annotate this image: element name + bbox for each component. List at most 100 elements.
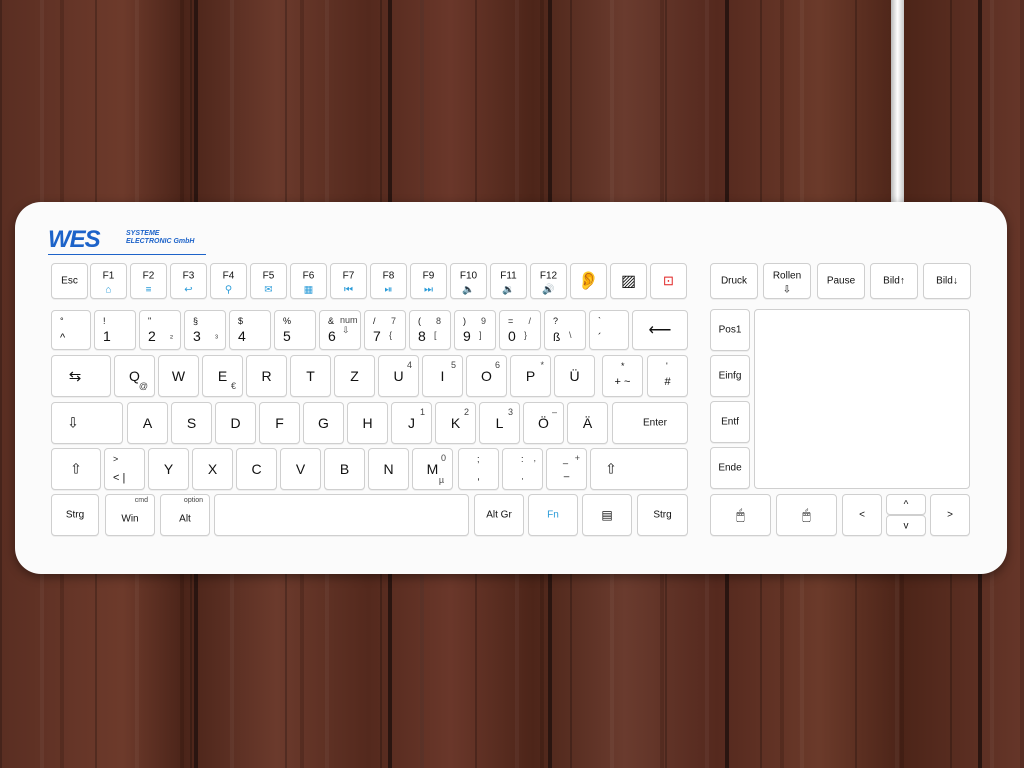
key-1[interactable]: ! 1 <box>94 310 136 350</box>
key-arrow-up[interactable]: ^ <box>886 494 926 515</box>
key-f3[interactable]: F3 ↩ <box>170 263 207 299</box>
key-esc[interactable]: Esc <box>51 263 88 299</box>
volume-up-icon: 🔊 <box>542 284 555 295</box>
key-circumflex[interactable]: ° ^ <box>51 310 91 350</box>
key-menu[interactable]: ▤ <box>582 494 632 536</box>
shift-icon: ⇧ <box>70 460 82 477</box>
key-f8[interactable]: F8 ⏯ <box>370 263 407 299</box>
key-enter[interactable]: Enter <box>612 402 688 444</box>
key-pause[interactable]: Pause <box>817 263 865 299</box>
key-druck[interactable]: Druck <box>710 263 758 299</box>
key-k[interactable]: K2 <box>435 402 476 444</box>
key-4[interactable]: $4 <box>229 310 271 350</box>
key-arrow-down[interactable]: v <box>886 515 926 536</box>
key-c[interactable]: C <box>236 448 277 490</box>
key-m[interactable]: Mµ0 <box>412 448 453 490</box>
key-bild-down[interactable]: Bild↓ <box>923 263 971 299</box>
key-l[interactable]: L3 <box>479 402 520 444</box>
key-einfg[interactable]: Einfg <box>710 355 750 397</box>
key-oe[interactable]: Ö – <box>523 402 564 444</box>
key-n[interactable]: N <box>368 448 409 490</box>
key-h[interactable]: H <box>347 402 388 444</box>
key-space[interactable] <box>214 494 469 536</box>
key-b[interactable]: B <box>324 448 365 490</box>
key-tab[interactable]: ⇆ <box>51 355 111 397</box>
key-v[interactable]: V <box>280 448 321 490</box>
key-z[interactable]: Z <box>334 355 375 397</box>
key-pos1[interactable]: Pos1 <box>710 309 750 351</box>
key-touchpad-toggle[interactable]: ▨ <box>610 263 647 299</box>
key-shift-right[interactable]: ⇧ <box>590 448 688 490</box>
key-s[interactable]: S <box>171 402 212 444</box>
key-f10[interactable]: F10 🔈 <box>450 263 487 299</box>
key-strg-right[interactable]: Strg <box>637 494 688 536</box>
key-ae[interactable]: Ä <box>567 402 608 444</box>
ear-icon: 👂 <box>577 270 600 291</box>
key-acute[interactable]: ` ´ <box>589 310 629 350</box>
key-q[interactable]: Q @ <box>114 355 155 397</box>
key-win[interactable]: cmd Win <box>105 494 155 536</box>
key-8[interactable]: (8[8 <box>409 310 451 350</box>
key-ue[interactable]: Ü <box>554 355 595 397</box>
key-f2[interactable]: F2 ≡ <box>130 263 167 299</box>
key-mouse-right[interactable]: 🖱 <box>776 494 837 536</box>
key-f5[interactable]: F5 ✉ <box>250 263 287 299</box>
key-f6[interactable]: F6 ▦ <box>290 263 327 299</box>
key-hash[interactable]: ' # <box>647 355 688 397</box>
key-d[interactable]: D <box>215 402 256 444</box>
key-f7[interactable]: F7 ⏮ <box>330 263 367 299</box>
logo-line2: ELECTRONIC GmbH <box>126 238 195 245</box>
key-strg-left[interactable]: Strg <box>51 494 99 536</box>
key-entf[interactable]: Entf <box>710 401 750 443</box>
key-a[interactable]: A <box>127 402 168 444</box>
key-bild-up[interactable]: Bild↑ <box>870 263 918 299</box>
key-less-greater[interactable]: > < | <box>104 448 145 490</box>
key-3[interactable]: § 3 ³ <box>184 310 226 350</box>
key-shift-left[interactable]: ⇧ <box>51 448 101 490</box>
key-u[interactable]: U4 <box>378 355 419 397</box>
key-f4[interactable]: F4 ⚲ <box>210 263 247 299</box>
mouse-left-click-icon: 🖱 <box>736 506 745 523</box>
key-t[interactable]: T <box>290 355 331 397</box>
key-e[interactable]: E € <box>202 355 243 397</box>
key-accessibility[interactable]: 👂 <box>570 263 607 299</box>
key-sz[interactable]: ? ß \ <box>544 310 586 350</box>
key-2[interactable]: " 2 ² <box>139 310 181 350</box>
key-5[interactable]: % 5 <box>274 310 316 350</box>
key-altgr[interactable]: Alt Gr <box>474 494 524 536</box>
key-o[interactable]: O6 <box>466 355 507 397</box>
key-f11[interactable]: F11 🔉 <box>490 263 527 299</box>
key-g[interactable]: G <box>303 402 344 444</box>
key-mouse-left[interactable]: 🖱 <box>710 494 771 536</box>
key-alt[interactable]: option Alt <box>160 494 210 536</box>
key-plus[interactable]: * + ~ <box>602 355 643 397</box>
key-0[interactable]: = 0} / <box>499 310 541 350</box>
key-7[interactable]: /7{7 <box>364 310 406 350</box>
key-f[interactable]: F <box>259 402 300 444</box>
key-arrow-left[interactable]: < <box>842 494 882 536</box>
key-f12[interactable]: F12 🔊 <box>530 263 567 299</box>
key-ende[interactable]: Ende <box>710 447 750 489</box>
key-arrow-right[interactable]: > <box>930 494 970 536</box>
home-icon: ⌂ <box>105 284 112 295</box>
volume-down-icon: 🔉 <box>502 284 515 295</box>
key-x[interactable]: X <box>192 448 233 490</box>
key-w[interactable]: W <box>158 355 199 397</box>
key-capslock[interactable]: ⇩ <box>51 402 123 444</box>
key-6[interactable]: & 6 num ⇩ <box>319 310 361 350</box>
key-i[interactable]: I5 <box>422 355 463 397</box>
key-y[interactable]: Y <box>148 448 189 490</box>
key-rollen[interactable]: Rollen ⇩ <box>763 263 811 299</box>
key-comma[interactable]: ;, <box>458 448 499 490</box>
touchpad[interactable] <box>754 309 970 489</box>
key-p[interactable]: P * <box>510 355 551 397</box>
key-fn[interactable]: Fn <box>528 494 578 536</box>
key-j[interactable]: J1 <box>391 402 432 444</box>
key-f1[interactable]: F1 ⌂ <box>90 263 127 299</box>
key-r[interactable]: R <box>246 355 287 397</box>
key-f9[interactable]: F9 ⏭ <box>410 263 447 299</box>
key-backspace[interactable]: ⟵ <box>632 310 688 350</box>
mouse-right-click-icon: 🖱 <box>802 506 811 523</box>
key-9[interactable]: ) 9] 9 <box>454 310 496 350</box>
key-power[interactable]: ⊡ <box>650 263 687 299</box>
